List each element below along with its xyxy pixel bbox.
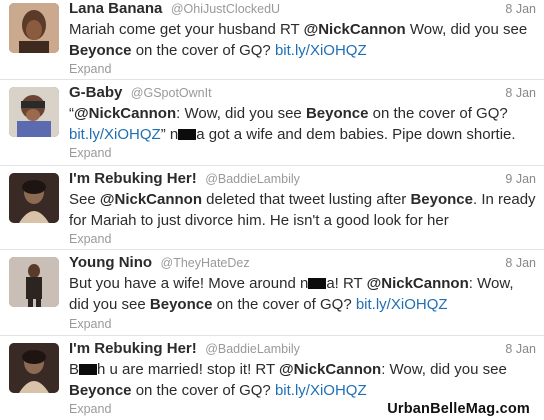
tweet-line-1: Mariah come get your husband RT @NickCan… — [69, 20, 539, 41]
tweet-text-segment: . In ready — [473, 191, 536, 208]
tweet-feed: Lana Banana @OhiJustClockedU 8 Jan Maria… — [0, 0, 544, 420]
tweet-text-segment: h u are married! stop it! RT — [97, 361, 280, 378]
avatar-photo — [9, 343, 59, 393]
expand-link[interactable]: Expand — [69, 62, 111, 76]
tweet-text: Mariah come get your husband RT @NickCan… — [69, 20, 539, 61]
tweet-text-segment: But you have a wife! Move around n — [69, 275, 309, 292]
highlighted-term: Beyonce — [149, 295, 213, 313]
tweet-text-segment: on the cover of GQ? — [131, 41, 275, 59]
tweet-text-segment: a! RT — [326, 275, 367, 292]
tweet-text-segment: : Wow, — [468, 275, 514, 292]
author-handle[interactable]: @GSpotOwnIt — [131, 86, 212, 100]
tweet-text-segment: B — [69, 361, 80, 378]
tweet-text-segment: did you see — [69, 295, 150, 313]
tweet-line-2: for Mariah to just divorce him. He isn't… — [69, 211, 539, 232]
highlighted-term: Beyonce — [69, 381, 132, 399]
url-link[interactable]: bit.ly/XiOHQZ — [69, 126, 161, 143]
tweet-header: I'm Rebuking Her! @BaddieLambily 9 Jan — [69, 170, 536, 190]
redaction-bar — [178, 128, 197, 140]
avatar[interactable] — [9, 173, 59, 223]
tweet-text-segment: deleted that tweet lusting after — [202, 191, 411, 208]
tweet-text-segment: Mariah come get your husband RT — [69, 21, 304, 38]
tweet-text: But you have a wife! Move around n a! RT … — [69, 274, 539, 315]
tweet-text: “@NickCannon: Wow, did you see Beyonce o… — [69, 104, 539, 145]
tweet-text-segment: a got a wife and dem babies. Pipe down s… — [196, 125, 516, 143]
author-name[interactable]: Lana Banana — [69, 0, 162, 17]
author-name[interactable]: Young Nino — [69, 254, 152, 271]
tweet-line-1: “@NickCannon: Wow, did you see Beyonce o… — [69, 104, 539, 125]
mention-link[interactable]: @NickCannon — [74, 105, 176, 122]
author-handle[interactable]: @BaddieLambily — [205, 172, 300, 186]
tweet-date[interactable]: 9 Jan — [505, 172, 536, 186]
tweet-line-2: Beyonce on the cover of GQ? bit.ly/XiOHQ… — [69, 381, 539, 402]
tweet-text-segment: Wow, did you see — [405, 21, 528, 38]
redaction-bar — [308, 278, 327, 289]
tweet-line-2: Beyonce on the cover of GQ? bit.ly/XiOHQ… — [69, 41, 539, 62]
author-handle[interactable]: @TheyHateDez — [161, 256, 250, 270]
expand-link[interactable]: Expand — [69, 146, 111, 160]
highlighted-term: Beyonce — [410, 191, 473, 208]
avatar[interactable] — [9, 87, 59, 137]
tweet-date[interactable]: 8 Jan — [505, 342, 536, 356]
watermark: UrbanBelleMag.com — [387, 401, 530, 417]
tweet-text: See @NickCannon deleted that tweet lusti… — [69, 190, 539, 231]
tweet-header: Lana Banana @OhiJustClockedU 8 Jan — [69, 0, 536, 20]
tweet-text-segment: on the cover of GQ? — [131, 381, 275, 399]
avatar-photo — [9, 257, 59, 307]
tweet-date[interactable]: 8 Jan — [505, 2, 536, 16]
expand-link[interactable]: Expand — [69, 232, 111, 246]
url-link[interactable]: bit.ly/XiOHQZ — [275, 42, 367, 59]
tweet-line-1: But you have a wife! Move around n a! RT … — [69, 274, 539, 295]
avatar[interactable] — [9, 257, 59, 307]
tweet-text-segment: : Wow, did you see — [176, 105, 306, 122]
avatar-photo — [9, 3, 59, 53]
avatar[interactable] — [9, 343, 59, 393]
tweet-line-2: bit.ly/XiOHQZ” n a got a wife and dem bab… — [69, 125, 539, 146]
highlighted-term: Beyonce — [69, 41, 132, 59]
tweet-text-segment: on the cover of GQ? — [368, 105, 508, 122]
expand-link[interactable]: Expand — [69, 317, 111, 331]
tweet-text-segment: : Wow, did you see — [381, 361, 507, 378]
expand-link[interactable]: Expand — [69, 402, 111, 416]
tweet-text-segment: See — [69, 191, 100, 208]
tweet-date[interactable]: 8 Jan — [505, 256, 536, 270]
avatar[interactable] — [9, 3, 59, 53]
tweet-text-segment: for Mariah to just divorce him. He isn't… — [69, 211, 449, 229]
tweet-line-1: See @NickCannon deleted that tweet lusti… — [69, 190, 539, 211]
author-name[interactable]: I'm Rebuking Her! — [69, 340, 197, 357]
url-link[interactable]: bit.ly/XiOHQZ — [275, 382, 367, 399]
tweet-text-segment: ” n — [160, 125, 179, 143]
url-link[interactable]: bit.ly/XiOHQZ — [356, 296, 448, 313]
author-handle[interactable]: @BaddieLambily — [205, 342, 300, 356]
tweet-line-2: did you see Beyonce on the cover of GQ? … — [69, 295, 539, 316]
tweet-item[interactable]: G-Baby @GSpotOwnIt 8 Jan “@NickCannon: W… — [0, 84, 544, 166]
tweet-header: I'm Rebuking Her! @BaddieLambily 8 Jan — [69, 340, 536, 360]
highlighted-term: Beyonce — [305, 105, 369, 122]
mention-link[interactable]: @NickCannon — [100, 191, 202, 208]
tweet-header: G-Baby @GSpotOwnIt 8 Jan — [69, 84, 536, 104]
author-handle[interactable]: @OhiJustClockedU — [171, 2, 280, 16]
author-name[interactable]: G-Baby — [69, 84, 122, 101]
tweet-date[interactable]: 8 Jan — [505, 86, 536, 100]
redaction-bar — [79, 364, 98, 375]
tweet-item[interactable]: I'm Rebuking Her! @BaddieLambily 9 Jan S… — [0, 170, 544, 250]
tweet-header: Young Nino @TheyHateDez 8 Jan — [69, 254, 536, 274]
mention-link[interactable]: @NickCannon — [367, 275, 469, 292]
tweet-item[interactable]: Young Nino @TheyHateDez 8 Jan But you ha… — [0, 254, 544, 336]
author-name[interactable]: I'm Rebuking Her! — [69, 170, 197, 187]
avatar-photo — [9, 173, 59, 223]
tweet-item[interactable]: Lana Banana @OhiJustClockedU 8 Jan Maria… — [0, 0, 544, 80]
tweet-text-segment: on the cover of GQ? — [212, 295, 356, 313]
mention-link[interactable]: @NickCannon — [304, 21, 406, 38]
mention-link[interactable]: @NickCannon — [279, 361, 381, 378]
tweet-line-1: Bh u are married! stop it! RT @NickCanno… — [69, 360, 539, 381]
tweet-text: Bh u are married! stop it! RT @NickCanno… — [69, 360, 539, 401]
avatar-photo — [9, 87, 59, 137]
